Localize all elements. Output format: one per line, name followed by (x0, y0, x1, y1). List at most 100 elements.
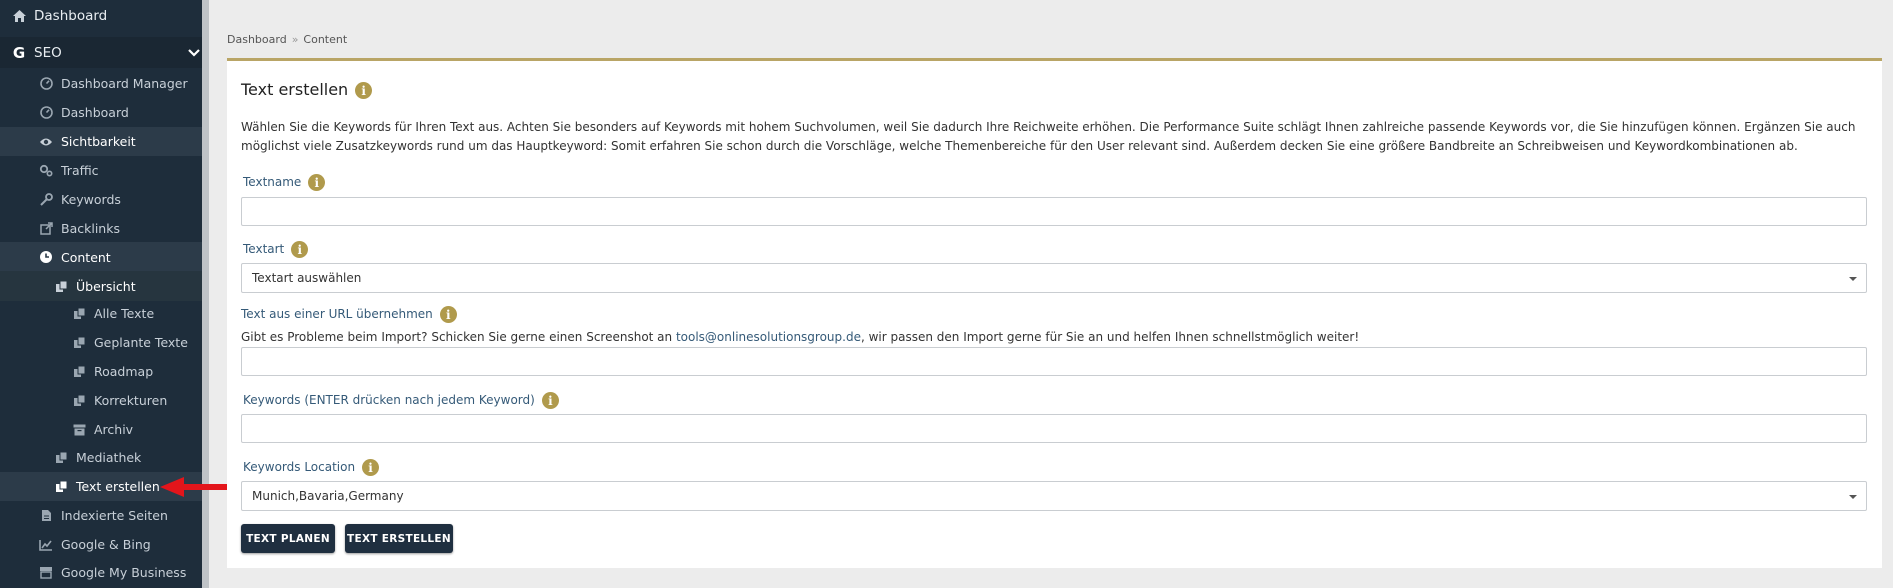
sidebar-item-label: Dashboard Manager (61, 76, 188, 91)
sidebar-item-google-my-business[interactable]: Google My Business (0, 558, 202, 587)
copy-icon (53, 479, 69, 495)
gauge-icon (38, 76, 54, 92)
red-arrow-annotation (160, 477, 230, 497)
sidebar-item-mediathek[interactable]: Mediathek (0, 443, 202, 472)
page-description: Wählen Sie die Keywords für Ihren Text a… (241, 120, 1856, 153)
sidebar-item-indexierte-seiten[interactable]: Indexierte Seiten (0, 501, 202, 530)
copy-icon (71, 393, 87, 409)
location-label-text: Keywords Location (243, 460, 356, 474)
archive-icon (71, 422, 87, 438)
text-create-card: Text erstellen i Wählen Sie die Keywords … (227, 58, 1882, 568)
sidebar-item-roadmap[interactable]: Roadmap (0, 357, 202, 386)
info-icon[interactable]: i (355, 82, 373, 99)
sidebar-item-sichtbarkeit[interactable]: Sichtbarkeit (0, 127, 202, 156)
sidebar-item-label: Archiv (94, 422, 134, 437)
sidebar-item-label: Korrekturen (94, 393, 168, 408)
textname-label: Textname i (243, 174, 326, 191)
info-icon[interactable]: i (541, 392, 559, 409)
sidebar-item-dashboard-manager[interactable]: Dashboard Manager (0, 69, 202, 98)
keywords-input[interactable] (241, 414, 1867, 443)
sidebar-item-backlinks[interactable]: Backlinks (0, 214, 202, 243)
keywords-label-text: Keywords (ENTER drücken nach jedem Keywo… (243, 393, 535, 407)
sidebar-item-traffic[interactable]: Traffic (0, 156, 202, 185)
sidebar-item-label: Übersicht (76, 278, 136, 294)
textname-label-text: Textname (243, 175, 302, 189)
caret-down-icon (1849, 495, 1857, 499)
textname-input[interactable] (241, 197, 1867, 226)
sidebar-item-label: Roadmap (94, 364, 154, 379)
textart-label: Textart i (243, 241, 309, 258)
info-icon[interactable]: i (439, 306, 457, 323)
sidebar-item-google-bing[interactable]: Google & Bing (0, 530, 202, 559)
copy-icon (71, 306, 87, 322)
keywords-label: Keywords (ENTER drücken nach jedem Keywo… (243, 392, 559, 409)
url-label-text: Text aus einer URL übernehmen (241, 307, 433, 321)
info-icon[interactable]: i (362, 459, 380, 476)
home-icon (11, 8, 27, 24)
copy-icon (53, 450, 69, 466)
location-label: Keywords Location i (243, 459, 380, 476)
location-select-value: Munich,Bavaria,Germany (252, 489, 404, 503)
textart-select[interactable]: Textart auswählen (241, 263, 1867, 293)
url-hint: Gibt es Probleme beim Import? Schicken S… (241, 330, 1359, 344)
sidebar-item-label: Google & Bing (61, 537, 151, 552)
sidebar-item-label: Backlinks (61, 221, 120, 236)
copy-icon (71, 364, 87, 380)
gauge-icon (38, 105, 54, 121)
eye-icon (38, 134, 54, 150)
sidebar-item-label: Dashboard (34, 7, 108, 24)
chart-icon (38, 537, 54, 553)
file-icon (38, 508, 54, 524)
url-hint-text-end: , wir passen den Import gerne für Sie an… (860, 330, 1360, 344)
sidebar-item-label: Indexierte Seiten (61, 508, 168, 523)
textart-label-text: Textart (243, 242, 285, 256)
sidebar-item-korrekturen[interactable]: Korrekturen (0, 386, 202, 415)
location-select[interactable]: Munich,Bavaria,Germany (241, 481, 1867, 511)
breadcrumb-home[interactable]: Dashboard (227, 33, 287, 46)
sidebar-item-seo[interactable]: G SEO (0, 37, 202, 68)
url-hint-text: Gibt es Probleme beim Import? Schicken S… (241, 330, 676, 344)
sidebar-item-label: Geplante Texte (94, 335, 188, 350)
clock-icon (38, 249, 54, 265)
sidebar-item-label: Text erstellen (76, 479, 160, 494)
info-icon[interactable]: i (291, 241, 309, 258)
sidebar-item-dashboard[interactable]: Dashboard (0, 1, 202, 30)
sidebar-item-archiv[interactable]: Archiv (0, 415, 202, 444)
copy-icon (53, 278, 69, 294)
sidebar-item-geplante-texte[interactable]: Geplante Texte (0, 328, 202, 357)
key-icon (38, 192, 54, 208)
sidebar-item-label: Content (61, 249, 111, 265)
textart-select-value: Textart auswählen (252, 271, 362, 285)
cogs-icon (38, 163, 54, 179)
copy-icon (71, 335, 87, 351)
sidebar: Dashboard G SEO Dashboard Manager Dashbo… (0, 0, 209, 588)
url-label: Text aus einer URL übernehmen i (241, 306, 457, 323)
sidebar-item-content[interactable]: Content (0, 242, 202, 272)
sidebar-item-label: Traffic (61, 163, 99, 178)
sidebar-item-alle-texte[interactable]: Alle Texte (0, 299, 202, 328)
caret-down-icon (1849, 277, 1857, 281)
sidebar-item-label: Dashboard (61, 105, 129, 120)
text-erstellen-button[interactable]: TEXT ERSTELLEN (345, 524, 453, 553)
sidebar-item-label: Keywords (61, 192, 121, 207)
sidebar-item-label: Alle Texte (94, 306, 155, 321)
sidebar-item-label: SEO (34, 44, 62, 61)
info-icon[interactable]: i (308, 174, 326, 191)
sidebar-item-dashboard-2[interactable]: Dashboard (0, 98, 202, 127)
page-title-text: Text erstellen (241, 80, 349, 99)
sidebar-item-label: Sichtbarkeit (61, 134, 136, 149)
breadcrumb: Dashboard » Content (227, 33, 347, 46)
external-link-icon (38, 221, 54, 237)
store-icon (38, 565, 54, 581)
url-input[interactable] (241, 347, 1867, 376)
support-email-link[interactable]: tools@onlinesolutionsgroup.de (676, 330, 861, 344)
breadcrumb-separator: » (291, 33, 299, 46)
page-title: Text erstellen i (241, 80, 373, 99)
google-g-icon: G (12, 43, 26, 62)
sidebar-item-label: Mediathek (76, 450, 142, 465)
sidebar-item-label: Google My Business (61, 565, 187, 580)
sidebar-item-uebersicht[interactable]: Übersicht (0, 271, 202, 301)
sidebar-item-keywords[interactable]: Keywords (0, 185, 202, 214)
text-planen-button[interactable]: TEXT PLANEN (241, 524, 335, 553)
breadcrumb-current: Content (303, 33, 348, 46)
